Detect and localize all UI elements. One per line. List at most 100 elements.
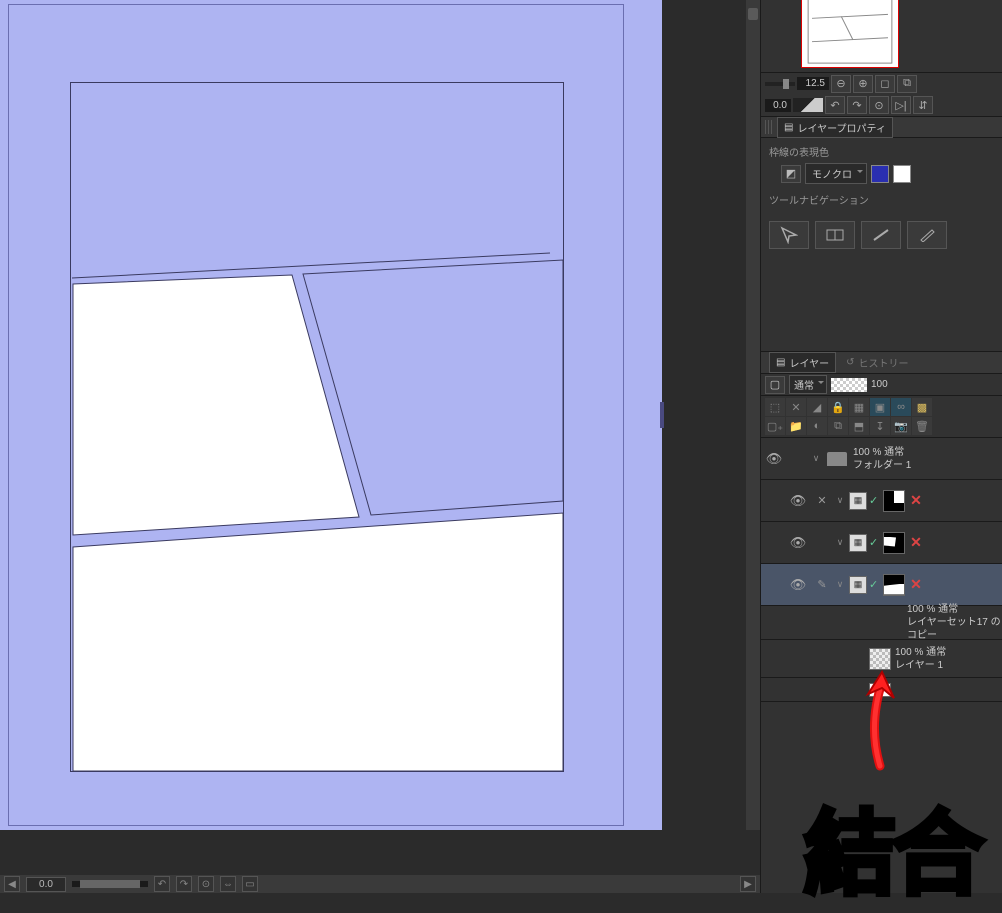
reset-icon[interactable]: ⊙ [198, 876, 214, 892]
layer-controls-row: ▢ 通常 100 [761, 373, 1002, 395]
layer-thumbnail[interactable] [883, 532, 905, 554]
close-frame-icon[interactable]: ✕ [907, 534, 925, 551]
rotation-value[interactable]: 0.0 [765, 99, 791, 112]
frame-border-tool-icon[interactable] [815, 221, 855, 249]
frame-layer-row-selected[interactable]: 👁 ✎ ∨ ▦ ✓ ✕ [761, 564, 1002, 606]
layer-thumbnail[interactable] [869, 683, 891, 697]
layer-thumbnail[interactable] [869, 648, 891, 670]
horizontal-scrollbar[interactable] [72, 881, 148, 887]
flip-vertical-icon[interactable]: ⇵ [913, 96, 933, 114]
color-white-swatch[interactable] [893, 165, 911, 183]
flip-h-icon[interactable]: ⇔ [220, 876, 236, 892]
page-content-frame[interactable] [70, 82, 564, 772]
scroll-right-icon[interactable]: ▶ [740, 876, 756, 892]
scrollbar-thumb[interactable] [748, 8, 758, 20]
object-tool-icon[interactable] [769, 221, 809, 249]
merge-icon[interactable]: ⬒ [849, 417, 869, 435]
layer-name[interactable]: 100 % 通常 レイヤー 1 [893, 646, 1002, 672]
undo-icon[interactable]: ↶ [154, 876, 170, 892]
clip-icon[interactable]: ⬚ [765, 398, 785, 416]
pencil-indicator-icon[interactable]: ✎ [811, 578, 833, 591]
rotate-ccw-icon[interactable]: ↶ [825, 96, 845, 114]
color-mode-select[interactable]: モノクロ [805, 163, 867, 184]
enable-check-icon[interactable]: ✓ [869, 536, 881, 549]
frame-layer-row[interactable]: 👁 ✕ ∨ ▦ ✓ ✕ [761, 480, 1002, 522]
frame-layer-row[interactable]: 👁 ∨ ▦ ✓ ✕ [761, 522, 1002, 564]
history-tab[interactable]: ↺ ヒストリー [840, 353, 914, 372]
enable-check-icon[interactable]: ✓ [869, 578, 881, 591]
raster-layer-row[interactable]: 100 % 通常 レイヤー 1 [761, 640, 1002, 678]
color-black-swatch[interactable] [871, 165, 889, 183]
reference-icon[interactable]: ✕ [786, 398, 806, 416]
opacity-slider[interactable] [831, 378, 867, 392]
layer-name[interactable]: 100 % 通常 レイヤーセット17 のコピー [905, 603, 1002, 642]
delete-layer-icon[interactable]: 🗑 [912, 417, 932, 435]
lock-icon[interactable]: 🔒 [828, 398, 848, 416]
new-layer-icon[interactable]: ▢₊ [765, 417, 785, 435]
grip-icon[interactable] [765, 120, 773, 134]
close-frame-icon[interactable]: ✕ [907, 576, 925, 593]
visibility-icon[interactable]: 👁 [785, 577, 811, 593]
redo-icon[interactable]: ↷ [176, 876, 192, 892]
enable-check-icon[interactable]: ✓ [869, 494, 881, 507]
cut-frame-tool-icon[interactable] [861, 221, 901, 249]
ruler-indicator-icon[interactable]: ✕ [811, 494, 833, 507]
duplicate-icon[interactable]: ⧉ [828, 417, 848, 435]
ruler-icon[interactable]: ▣ [870, 398, 890, 416]
new-correction-icon[interactable]: ◐ [807, 417, 827, 435]
rotation-curve[interactable] [793, 98, 823, 112]
canvas-zoom-value[interactable]: 0.0 [26, 877, 66, 892]
fit-screen-icon[interactable]: ◻ [875, 75, 895, 93]
transfer-icon[interactable]: ↧ [870, 417, 890, 435]
navigator-rotate-row: 0.0 ↶ ↷ ⊙ ▷| ⇵ [761, 94, 1002, 116]
visibility-icon[interactable]: 👁 [785, 535, 811, 551]
reset-rotation-icon[interactable]: ⊙ [869, 96, 889, 114]
zoom-value[interactable]: 12.5 [797, 77, 829, 90]
expand-icon[interactable]: ∨ [809, 453, 823, 464]
rotate-cw-icon[interactable]: ↷ [847, 96, 867, 114]
palette-color-icon[interactable]: ▢ [765, 376, 785, 394]
expand-icon[interactable]: ∨ [833, 579, 847, 590]
pen-tool-icon[interactable] [907, 221, 947, 249]
zoom-in-icon[interactable]: ⊕ [853, 75, 873, 93]
layer-tab-label: レイヤー [789, 355, 829, 370]
zoom-out-icon[interactable]: ◀ [4, 876, 20, 892]
layer-panel-header: ▤ レイヤー ↺ ヒストリー [761, 351, 1002, 373]
expand-icon[interactable]: ∨ [833, 495, 847, 506]
layer-name[interactable]: 100 % 通常 フォルダー 1 [851, 446, 1002, 472]
area-icon[interactable]: ▩ [912, 398, 932, 416]
actual-size-icon[interactable]: ⧉ [897, 75, 917, 93]
layer-set-row[interactable]: 100 % 通常 レイヤーセット17 のコピー [761, 606, 1002, 640]
opacity-value[interactable]: 100 [871, 379, 888, 390]
layer-thumbnail[interactable] [883, 574, 905, 596]
expand-icon[interactable]: ∨ [833, 537, 847, 548]
layer-property-body: 枠線の表現色 ◩ モノクロ ツールナビゲーション [761, 138, 1002, 217]
link-icon[interactable]: ∞ [891, 398, 911, 416]
zoom-slider[interactable] [765, 82, 795, 86]
close-frame-icon[interactable]: ✕ [907, 492, 925, 509]
visibility-icon[interactable]: 👁 [761, 451, 787, 467]
zoom-out-icon[interactable]: ⊖ [831, 75, 851, 93]
history-icon: ↺ [846, 357, 854, 368]
new-folder-icon[interactable]: 📁 [786, 417, 806, 435]
color-mode-icon[interactable]: ◩ [781, 165, 801, 183]
layer-property-tab[interactable]: ▤ レイヤープロパティ [777, 117, 893, 138]
layer-property-header: ▤ レイヤープロパティ [761, 116, 1002, 138]
layer-tab[interactable]: ▤ レイヤー [769, 352, 836, 373]
layers-icon: ▤ [776, 357, 785, 368]
layer-folder-row[interactable]: 👁 ∨ 100 % 通常 フォルダー 1 [761, 438, 1002, 480]
camera-icon[interactable]: 📷 [891, 417, 911, 435]
mask-icon[interactable]: ▦ [849, 398, 869, 416]
flip-horizontal-icon[interactable]: ▷| [891, 96, 911, 114]
draft-icon[interactable]: ◢ [807, 398, 827, 416]
tool-navigation-row [761, 217, 1002, 253]
canvas-area[interactable]: ◀ 0.0 ↶ ↷ ⊙ ⇔ ▭ ▶ [0, 0, 760, 893]
vertical-scrollbar[interactable] [746, 0, 760, 830]
navigator-thumbnail[interactable] [801, 0, 899, 68]
fit-icon[interactable]: ▭ [242, 876, 258, 892]
visibility-icon[interactable]: 👁 [785, 493, 811, 509]
partial-layer-row[interactable] [761, 678, 1002, 702]
blend-mode-select[interactable]: 通常 [789, 375, 827, 394]
layer-thumbnail[interactable] [883, 490, 905, 512]
layer-list: 👁 ∨ 100 % 通常 フォルダー 1 👁 ✕ ∨ ▦ ✓ ✕ 👁 [761, 437, 1002, 893]
